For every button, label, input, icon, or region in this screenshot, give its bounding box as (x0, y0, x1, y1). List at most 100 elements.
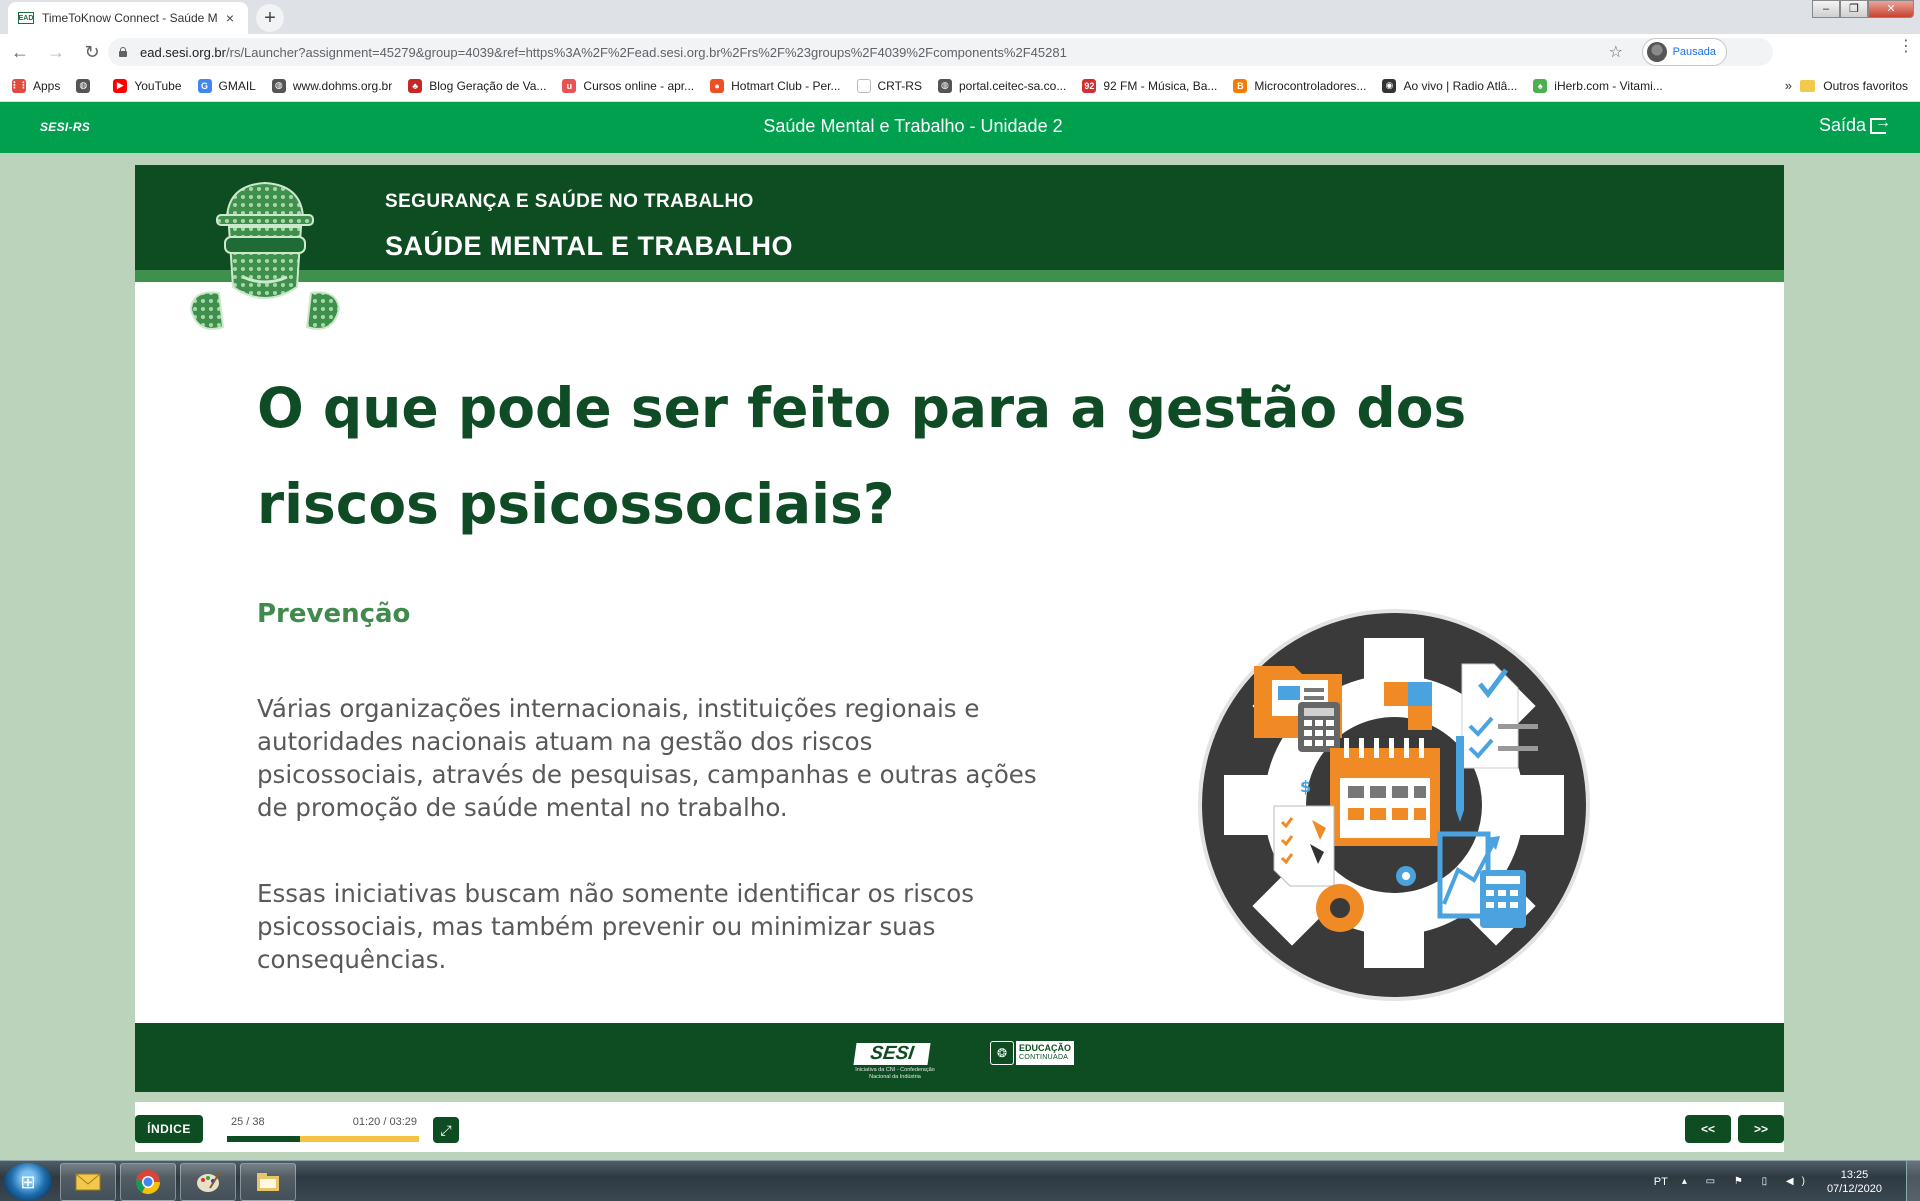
bookmark-label: Cursos online - apr... (583, 78, 695, 93)
apps-grid-icon: ⋮⋮ (10, 78, 28, 93)
chrome-icon (136, 1170, 160, 1195)
edu-line-1: EDUCAÇÃO (1019, 1043, 1072, 1053)
mail-icon (75, 1173, 101, 1191)
management-illustration: $ (1198, 609, 1590, 1001)
section-title: Prevenção (257, 599, 411, 629)
google-icon: G (197, 78, 212, 93)
exit-button[interactable]: Saída (1818, 114, 1891, 136)
index-button[interactable]: ÍNDICE (135, 1115, 203, 1143)
other-bookmarks-folder[interactable]: Outros favoritos (1800, 79, 1908, 93)
exit-label: Saída (1818, 115, 1866, 135)
browser-tab-strip: EAD TimeToKnow Connect - Saúde M × + ‒ ❐… (0, 0, 1920, 34)
bookmark-label: CRT-RS (877, 78, 922, 93)
bookmark-item[interactable]: ♣ Blog Geração de Va... (408, 78, 547, 93)
bookmark-item[interactable]: ⋮⋮ Apps (10, 78, 61, 93)
banner-subheading: SEGURANÇA E SAÚDE NO TRABALHO (385, 191, 754, 212)
bookmark-label: Ao vivo | Radio Atlâ... (1403, 78, 1518, 93)
previous-slide-button[interactable]: << (1685, 1115, 1731, 1143)
bookmark-star-icon[interactable]: ☆ (1609, 42, 1623, 62)
profile-button[interactable]: Pausada (1641, 38, 1727, 66)
blog-icon: ♣ (408, 78, 423, 93)
lms-header: SESI-RS Saúde Mental e Trabalho - Unidad… (0, 102, 1920, 153)
course-unit-title: Saúde Mental e Trabalho - Unidade 2 (763, 116, 1063, 136)
progress-fill (227, 1136, 300, 1142)
bookmark-label: YouTube (134, 78, 182, 93)
taskbar-chrome-icon[interactable] (120, 1163, 176, 1201)
slide-heading: O que pode ser feito para a gestão dos r… (257, 376, 1467, 536)
bookmark-label: Microcontroladores... (1254, 78, 1367, 93)
bookmark-item[interactable]: ◍ portal.ceitec-sa.co... (937, 78, 1066, 93)
show-desktop-button[interactable] (1906, 1161, 1920, 1201)
bookmark-item[interactable]: ▶ YouTube (113, 78, 182, 93)
bookmarks-overflow-icon[interactable]: » (1785, 78, 1792, 93)
window-controls: ‒ ❐ ✕ (1812, 0, 1914, 18)
taskbar-explorer-icon[interactable] (240, 1163, 296, 1201)
next-slide-button[interactable]: >> (1738, 1115, 1784, 1143)
educacao-continuada-logo: ❂ EDUCAÇÃO CONTINUADA (990, 1041, 1075, 1065)
bookmark-label: iHerb.com - Vitami... (1554, 78, 1663, 93)
bookmark-item[interactable]: G GMAIL (197, 78, 256, 93)
maximize-button[interactable]: ❐ (1840, 0, 1868, 18)
ead-favicon-icon: EAD (18, 12, 34, 24)
edu-line-2: CONTINUADA (1019, 1054, 1069, 1061)
browser-menu-icon[interactable]: ⋮ (1898, 39, 1914, 55)
folder-explorer-icon (257, 1173, 279, 1191)
bookmark-label: 92 FM - Música, Ba... (1103, 78, 1218, 93)
radio-92-icon: 92 (1082, 78, 1097, 93)
sesi-logo: SESI (853, 1043, 931, 1065)
paragraph-1: Várias organizações internacionais, inst… (257, 694, 1037, 822)
clock[interactable]: 13:25 07/12/2020 (1827, 1168, 1882, 1196)
bookmark-item[interactable]: CRT-RS (856, 78, 922, 93)
time-counter: 01:20 / 03:29 (352, 1116, 417, 1128)
bookmark-item[interactable]: ♠ iHerb.com - Vitami... (1533, 78, 1663, 93)
slide: SEGURANÇA E SAÚDE NO TRABALHO SAÚDE MENT… (135, 165, 1784, 1092)
profile-status: Pausada (1672, 46, 1716, 58)
bookmark-item[interactable]: ◍ www.dohms.org.br (271, 78, 393, 93)
exit-icon (1870, 114, 1891, 134)
world-icon: ◍ (937, 78, 952, 93)
blank-page-icon (856, 78, 871, 93)
bookmark-label: Apps (33, 78, 61, 93)
reload-button[interactable]: ↻ (76, 36, 108, 68)
bookmark-item[interactable]: ◍ (76, 78, 97, 93)
system-tray: PT ▴ ▭ ⚑ ▯ ◀) 13:25 07/12/2020 (1654, 1161, 1920, 1201)
browser-toolbar: ← → ↻ ead.sesi.org.br/rs/Launcher?assign… (0, 34, 1920, 70)
progress-bar[interactable] (227, 1136, 419, 1142)
language-indicator[interactable]: PT (1654, 1176, 1668, 1188)
bookmark-label: www.dohms.org.br (292, 78, 393, 93)
iherb-icon: ♠ (1533, 78, 1548, 93)
bookmark-label: Blog Geração de Va... (429, 78, 547, 93)
lock-icon[interactable] (118, 47, 128, 57)
bookmark-item[interactable]: ● Hotmart Club - Per... (710, 78, 841, 93)
url-host: ead.sesi.org.br (140, 44, 226, 60)
tray-icons[interactable]: ▴ ▭ ⚑ ▯ ◀) (1682, 1176, 1813, 1187)
bookmark-item[interactable]: B Microcontroladores... (1233, 78, 1367, 93)
slide-footer: SESI Iniciativa da CNI - Confederação Na… (135, 1023, 1784, 1092)
world-icon: ◍ (76, 78, 91, 93)
taskbar-paint-icon[interactable] (180, 1163, 236, 1201)
minimize-button[interactable]: ‒ (1812, 0, 1840, 18)
bookmark-item[interactable]: u Cursos online - apr... (562, 78, 695, 93)
taskbar-mail-icon[interactable] (60, 1163, 116, 1201)
bookmark-item[interactable]: ◉ Ao vivo | Radio Atlâ... (1382, 78, 1518, 93)
blogger-icon: B (1233, 78, 1248, 93)
bookmark-label: GMAIL (218, 78, 256, 93)
new-tab-button[interactable]: + (256, 4, 284, 32)
close-window-button[interactable]: ✕ (1868, 0, 1914, 18)
browser-tab[interactable]: EAD TimeToKnow Connect - Saúde M × (8, 2, 248, 34)
windows-taskbar: ⊞ PT ▴ ▭ ⚑ ▯ ◀) 13:25 07/12/2020 (0, 1160, 1920, 1201)
paragraph-2: Essas iniciativas buscam não somente ide… (257, 879, 975, 974)
forward-button[interactable]: → (40, 36, 72, 68)
paint-icon (197, 1171, 221, 1192)
folder-icon (1800, 79, 1816, 92)
udemy-icon: u (562, 78, 577, 93)
address-bar[interactable]: ead.sesi.org.br/rs/Launcher?assignment=4… (108, 38, 1773, 66)
bookmarks-bar: ⋮⋮ Apps ◍ ▶ YouTube G GMAIL ◍ www.dohms.org.br ♣ B… (0, 70, 1920, 102)
start-button[interactable]: ⊞ (4, 1163, 52, 1201)
back-button[interactable]: ← (4, 36, 36, 68)
tab-close-icon[interactable]: × (222, 10, 238, 26)
url-text[interactable]: ead.sesi.org.br/rs/Launcher?assignment=4… (140, 45, 1067, 60)
bookmark-item[interactable]: 92 92 FM - Música, Ba... (1082, 78, 1218, 93)
url-path: /rs/Launcher?assignment=45279&group=4039… (226, 44, 1067, 60)
fullscreen-expand-icon[interactable]: ⤢ (433, 1117, 459, 1143)
